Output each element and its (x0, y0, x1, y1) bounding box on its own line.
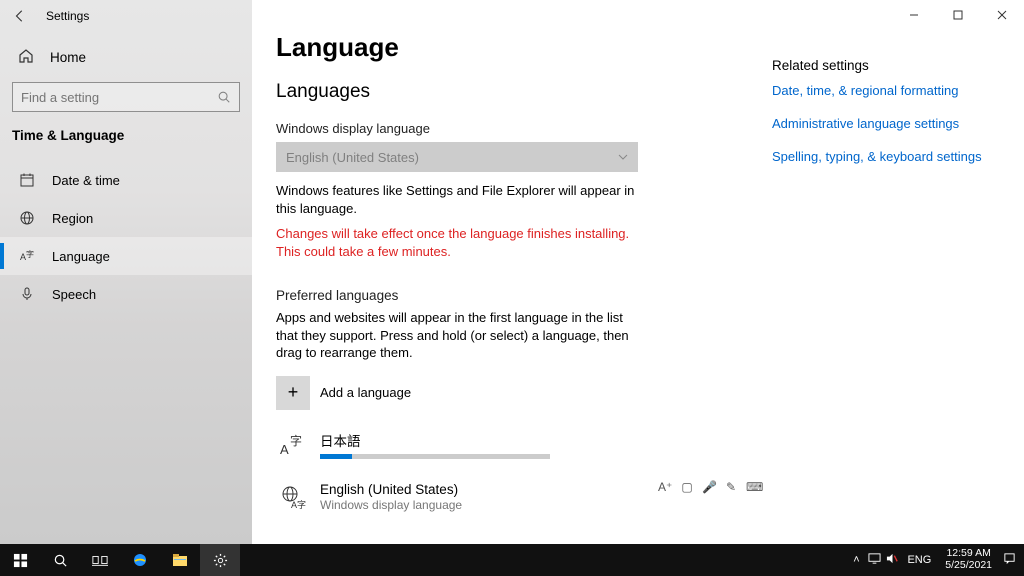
section-title: Languages (276, 81, 772, 103)
start-button[interactable] (0, 544, 40, 576)
preferred-header: Preferred languages (276, 288, 772, 303)
language-feature-icons: A⁺ ▢ 🎤 ✎ ⌨ (658, 480, 760, 494)
text-to-speech-icon: A⁺ (658, 480, 672, 494)
content: Language Languages Windows display langu… (252, 0, 1024, 544)
related-link-spelling[interactable]: Spelling, typing, & keyboard settings (772, 149, 1002, 164)
chevron-down-icon (618, 150, 628, 165)
related-link-regional[interactable]: Date, time, & regional formatting (772, 83, 1002, 98)
language-name: 日本語 (320, 430, 772, 450)
plus-icon: + (276, 376, 310, 410)
display-lang-dropdown[interactable]: English (United States) (276, 142, 638, 172)
window-controls (892, 0, 1024, 30)
explorer-icon[interactable] (160, 544, 200, 576)
svg-text:字: 字 (290, 433, 302, 448)
language-item-japanese[interactable]: A字 日本語 (276, 428, 772, 462)
close-button[interactable] (980, 0, 1024, 30)
nav-item-label: Language (52, 249, 110, 264)
mic-icon (18, 285, 36, 303)
main-column: Language Languages Windows display langu… (252, 0, 772, 544)
globe-icon (18, 209, 36, 227)
nav-item-speech[interactable]: Speech (0, 275, 252, 313)
tray-chevron-icon[interactable]: ˄ (847, 554, 865, 566)
home-icon (18, 48, 36, 66)
taskbar-clock[interactable]: 12:59 AM 5/25/2021 (937, 548, 1000, 571)
nav-home-label: Home (50, 50, 86, 65)
task-view-icon[interactable] (80, 544, 120, 576)
add-language-row[interactable]: + Add a language (276, 376, 772, 410)
nav-item-language[interactable]: A字 Language (0, 237, 252, 275)
language-globe-icon: A字 (276, 480, 310, 514)
related-link-admin[interactable]: Administrative language settings (772, 116, 1002, 131)
search-box[interactable] (12, 82, 240, 112)
taskbar-date: 5/25/2021 (945, 560, 992, 572)
app-title: Settings (46, 9, 89, 23)
taskbar[interactable]: ˄ ENG 12:59 AM 5/25/2021 (0, 544, 1024, 576)
preferred-desc: Apps and websites will appear in the fir… (276, 309, 636, 362)
install-warning: Changes will take effect once the langua… (276, 225, 636, 260)
search-icon (217, 90, 231, 104)
nav-home[interactable]: Home (0, 38, 252, 76)
language-subtitle: Windows display language (320, 498, 772, 512)
svg-text:字: 字 (26, 249, 34, 259)
nav-item-date-time[interactable]: Date & time (0, 161, 252, 199)
display-lang-desc: Windows features like Settings and File … (276, 182, 636, 217)
sidebar: Settings Home Time & Language Date & (0, 0, 252, 544)
add-language-label: Add a language (320, 385, 411, 400)
nav-item-region[interactable]: Region (0, 199, 252, 237)
related-title: Related settings (772, 58, 1002, 73)
notifications-icon[interactable] (1000, 552, 1018, 568)
nav-list: Date & time Region A字 Language Speech (0, 161, 252, 313)
calendar-icon (18, 171, 36, 189)
page-title: Language (276, 32, 772, 63)
language-glyph-icon: A字 (276, 428, 310, 462)
minimize-button[interactable] (892, 0, 936, 30)
nav-item-label: Speech (52, 287, 96, 302)
nav-item-label: Region (52, 211, 93, 226)
language-item-english[interactable]: A字 English (United States) Windows displ… (276, 480, 772, 514)
ie-icon[interactable] (120, 544, 160, 576)
network-icon[interactable] (865, 552, 883, 568)
back-button[interactable] (8, 4, 32, 28)
install-progress (320, 454, 550, 459)
language-icon: A字 (18, 247, 36, 265)
taskbar-search-icon[interactable] (40, 544, 80, 576)
maximize-button[interactable] (936, 0, 980, 30)
settings-taskbar-icon[interactable] (200, 544, 240, 576)
search-input[interactable] (21, 90, 217, 105)
display-lang-value: English (United States) (286, 150, 419, 165)
svg-text:A字: A字 (291, 499, 306, 510)
taskbar-lang[interactable]: ENG (901, 554, 937, 566)
speech-icon: 🎤 (702, 480, 716, 494)
display-lang-label: Windows display language (276, 121, 772, 136)
svg-text:A: A (280, 442, 289, 457)
volume-icon[interactable] (883, 552, 901, 568)
handwriting-icon: ✎ (724, 480, 738, 494)
titlebar: Settings (0, 0, 252, 32)
keyboard-icon: ⌨ (746, 480, 760, 494)
related-panel: Related settings Date, time, & regional … (772, 0, 1022, 544)
display-icon: ▢ (680, 480, 694, 494)
nav-item-label: Date & time (52, 173, 120, 188)
category-title: Time & Language (0, 114, 252, 153)
